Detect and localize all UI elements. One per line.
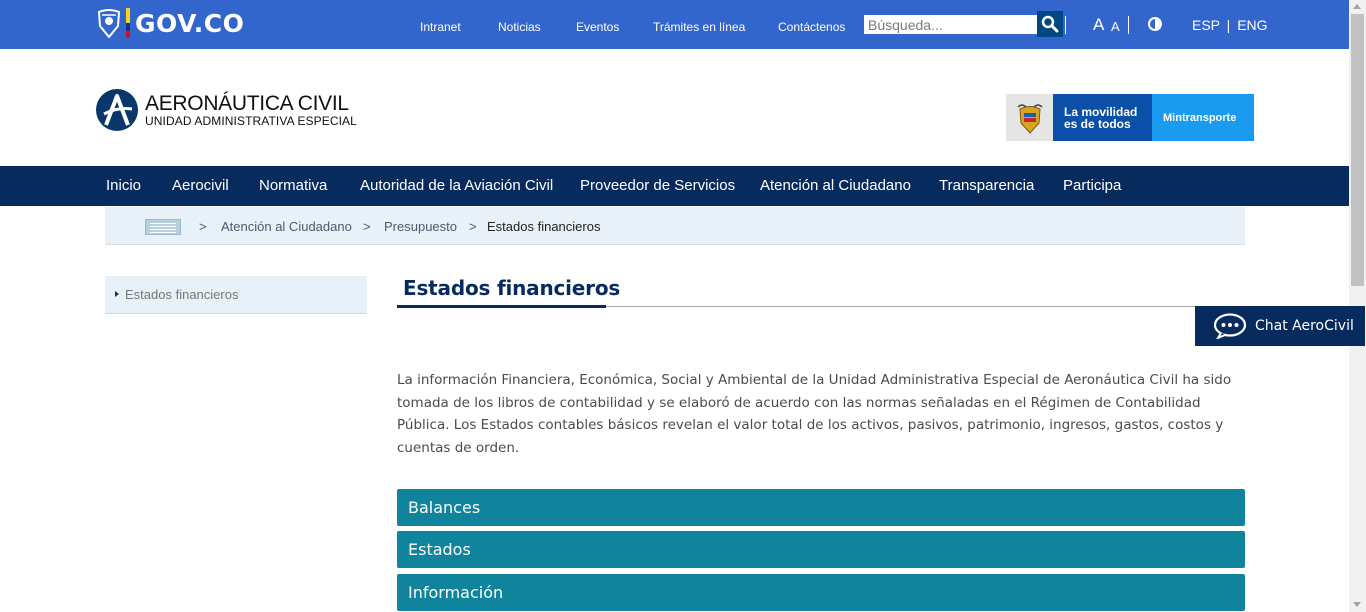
search-button[interactable] — [1037, 11, 1063, 37]
lang-separator: | — [1226, 17, 1231, 33]
gov-nav-tramites[interactable]: Trámites en línea — [653, 20, 763, 34]
gov-nav-intranet[interactable]: Intranet — [420, 20, 480, 34]
font-increase-button[interactable]: A — [1093, 15, 1104, 35]
search-icon — [1041, 15, 1059, 33]
banner-slogan: La movilidad es de todos — [1053, 94, 1152, 141]
nav-autoridad[interactable]: Autoridad de la Aviación Civil — [360, 177, 553, 194]
breadcrumb-presupuesto[interactable]: Presupuesto — [384, 219, 457, 234]
nav-normativa[interactable]: Normativa — [259, 177, 327, 194]
banner-ministry: Mintransporte — [1152, 94, 1254, 141]
breadcrumb-current: Estados financieros — [487, 219, 601, 234]
chat-label: Chat AeroCivil — [1255, 318, 1354, 334]
scroll-up-icon[interactable] — [1353, 4, 1361, 9]
gov-nav-eventos[interactable]: Eventos — [576, 20, 636, 34]
lang-esp-link[interactable]: ESP — [1192, 17, 1220, 33]
breadcrumb-separator: > — [199, 219, 207, 234]
breadcrumb-separator: > — [469, 219, 477, 234]
main-nav: Inicio Aerocivil Normativa Autoridad de … — [0, 166, 1349, 206]
scrollbar-thumb[interactable] — [1351, 14, 1364, 286]
banner-slogan-line-2: es de todos — [1064, 117, 1131, 131]
divider — [1128, 16, 1129, 34]
sidebar-item-label: Estados financieros — [125, 287, 239, 302]
gov-logo[interactable]: GOV.CO — [96, 8, 244, 38]
gov-nav-noticias[interactable]: Noticias — [498, 20, 558, 34]
breadcrumb-separator: > — [363, 219, 371, 234]
accordion-label: Información — [408, 583, 504, 602]
accordion-estados[interactable]: Estados — [397, 531, 1245, 568]
coat-of-arms-icon — [97, 9, 121, 38]
caret-right-icon — [115, 291, 119, 297]
accordion-label: Balances — [408, 498, 481, 517]
coat-of-arms-icon — [1006, 94, 1053, 141]
font-decrease-button[interactable]: A — [1111, 19, 1120, 34]
accordion-informacion[interactable]: Información — [397, 574, 1245, 611]
mintransporte-banner[interactable]: La movilidad es de todos Mintransporte — [1006, 94, 1254, 141]
divider — [1065, 16, 1066, 34]
page-title: Estados financieros — [403, 276, 621, 300]
nav-participa[interactable]: Participa — [1063, 177, 1121, 194]
brand-title: AERONÁUTICA CIVIL — [145, 91, 349, 115]
nav-transparencia[interactable]: Transparencia — [939, 177, 1034, 194]
chat-button[interactable]: Chat AeroCivil — [1195, 306, 1365, 346]
nav-aerocivil[interactable]: Aerocivil — [172, 177, 229, 194]
gov-logo-text: GOV.CO — [135, 8, 245, 38]
brand-subtitle: UNIDAD ADMINISTRATIVA ESPECIAL — [145, 113, 357, 128]
nav-inicio[interactable]: Inicio — [106, 177, 141, 194]
contrast-icon[interactable] — [1148, 17, 1162, 31]
language-switcher: ESP | ENG — [1192, 17, 1268, 33]
aerocivil-emblem-icon — [96, 89, 138, 131]
breadcrumb-atencion[interactable]: Atención al Ciudadano — [221, 219, 352, 234]
intro-paragraph: La información Financiera, Económica, So… — [397, 372, 1232, 456]
nav-atencion[interactable]: Atención al Ciudadano — [760, 177, 911, 194]
search-input[interactable] — [864, 15, 1037, 34]
title-underline — [397, 305, 606, 308]
nav-proveedor[interactable]: Proveedor de Servicios — [580, 177, 735, 194]
gov-nav-contactenos[interactable]: Contáctenos — [778, 20, 858, 34]
aerocivil-logo[interactable]: AERONÁUTICA CIVIL UNIDAD ADMINISTRATIVA … — [96, 89, 357, 131]
sidebar-item-estados-financieros[interactable]: Estados financieros — [105, 276, 367, 314]
accordion-label: Estados — [408, 540, 471, 559]
gov-bar: GOV.CO Intranet Noticias Eventos Trámite… — [0, 0, 1349, 49]
breadcrumb: > Atención al Ciudadano > Presupuesto > … — [105, 207, 1245, 245]
lang-eng-link[interactable]: ENG — [1237, 17, 1267, 33]
accordion-balances[interactable]: Balances — [397, 489, 1245, 526]
scroll-down-icon[interactable] — [1353, 602, 1361, 607]
home-icon[interactable] — [145, 219, 181, 235]
chat-bubble-icon — [1213, 313, 1247, 339]
colombia-flag-icon — [126, 8, 130, 38]
